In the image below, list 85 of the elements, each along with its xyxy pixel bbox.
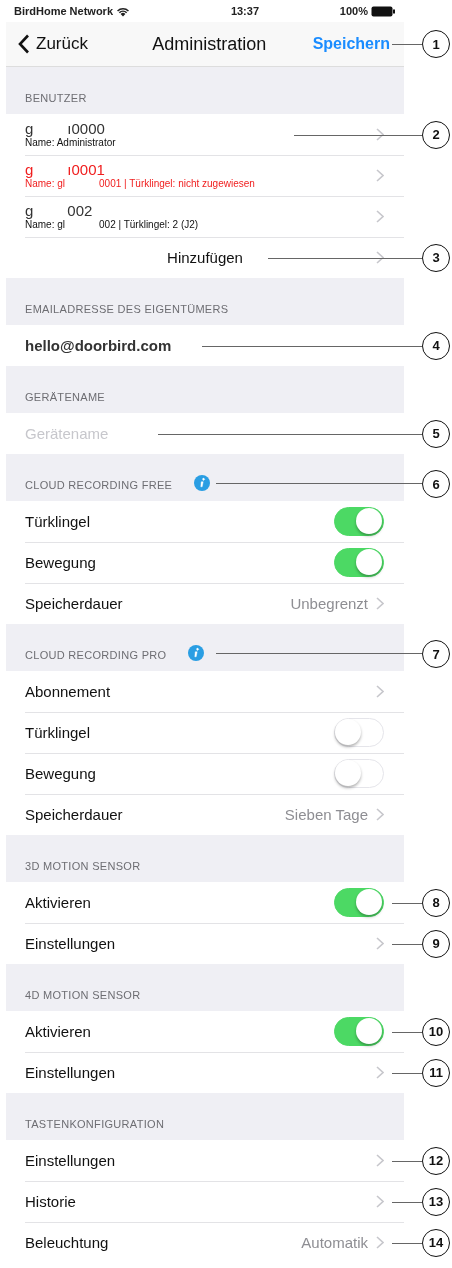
section-header: CLOUD RECORDING PRO	[25, 649, 167, 661]
chevron-icon	[376, 1066, 384, 1079]
chevron-icon	[376, 808, 384, 821]
user-id: g	[25, 120, 34, 137]
chevron-icon	[376, 128, 384, 141]
callout-number: 7	[422, 640, 450, 668]
carrier-name: BirdHome Network	[14, 5, 114, 17]
setting-label: Einstellungen	[25, 935, 116, 952]
callout-number: 6	[422, 470, 450, 498]
user-id: g	[25, 161, 34, 178]
callout-number: 8	[422, 888, 450, 917]
setting-label: Abonnement	[25, 683, 111, 700]
setting-label: Einstellungen	[25, 1152, 116, 1169]
email-field[interactable]: hello@doorbird.com	[25, 337, 172, 354]
section-header: 4D MOTION SENSOR	[25, 989, 141, 1001]
leader-line	[392, 1160, 422, 1162]
setting-label: Bewegung	[25, 554, 96, 571]
callout-number: 5	[422, 419, 450, 448]
leader-line	[392, 44, 422, 45]
leader-line	[392, 1201, 422, 1203]
leader-line	[392, 943, 422, 945]
user-id: 002	[67, 202, 93, 219]
callout-number: 12	[422, 1146, 450, 1175]
setting-label: Speicherdauer	[25, 595, 123, 612]
chevron-icon	[376, 251, 384, 264]
battery-percent: 100%	[339, 5, 368, 17]
leader-line	[392, 902, 422, 904]
leader-line	[392, 1242, 422, 1244]
chevron-icon	[376, 597, 384, 610]
user-id: ı0000	[67, 120, 105, 137]
setting-label: Türklingel	[25, 724, 91, 741]
user-detail: 002 | Türklingel: 2 (J2)	[99, 219, 199, 231]
setting-label: Aktivieren	[25, 894, 91, 911]
section-header: 3D MOTION SENSOR	[25, 860, 141, 872]
user-detail: 0001 | Türklingel: nicht zugewiesen	[99, 178, 255, 190]
toggle-switch[interactable]	[334, 1017, 384, 1046]
setting-label: Speicherdauer	[25, 806, 123, 823]
chevron-icon	[376, 937, 384, 950]
add-button[interactable]: Hinzufügen	[155, 249, 255, 266]
wifi-icon	[116, 5, 131, 17]
user-detail: Name: Administrator	[25, 137, 116, 149]
chevron-icon	[376, 685, 384, 698]
leader-line	[392, 1072, 422, 1074]
callout-number: 11	[422, 1058, 450, 1087]
setting-label: Bewegung	[25, 765, 96, 782]
callout-number: 2	[422, 120, 450, 149]
callout-number: 13	[422, 1187, 450, 1216]
battery-icon	[371, 5, 396, 17]
callout-number: 4	[422, 331, 450, 360]
setting-label: Einstellungen	[25, 1064, 116, 1081]
section-header: EMAILADRESSE DES EIGENTÜMERS	[25, 303, 229, 315]
toggle-switch[interactable]	[334, 548, 384, 577]
setting-label: Türklingel	[25, 513, 91, 530]
screen-title: Administration	[152, 33, 267, 55]
toggle-switch[interactable]	[334, 507, 384, 536]
back-chevron-icon	[18, 34, 30, 54]
chevron-icon	[376, 1154, 384, 1167]
user-id: g	[25, 202, 34, 219]
device-name-field[interactable]: Gerätename	[25, 425, 175, 442]
setting-label: Historie	[25, 1193, 76, 1210]
leader-line	[392, 1031, 422, 1033]
callout-number: 14	[422, 1228, 450, 1257]
chevron-icon	[376, 169, 384, 182]
back-button[interactable]: Zurück	[18, 34, 88, 54]
chevron-icon	[376, 210, 384, 223]
section-header: TASTENKONFIGURATION	[25, 1118, 165, 1130]
user-detail: Name: gl	[25, 178, 65, 190]
callout-number: 10	[422, 1017, 450, 1046]
setting-value: Unbegrenzt	[290, 595, 368, 612]
callout-number: 9	[422, 929, 450, 958]
section-header: CLOUD RECORDING FREE	[25, 479, 173, 491]
section-header: GERÄTENAME	[25, 391, 105, 403]
setting-label: Aktivieren	[25, 1023, 91, 1040]
setting-value: Automatik	[301, 1234, 368, 1251]
toggle-switch[interactable]	[334, 888, 384, 917]
section-header: BENUTZER	[25, 92, 87, 104]
chevron-icon	[376, 1195, 384, 1208]
user-id: ı0001	[67, 161, 105, 178]
setting-value: Sieben Tage	[284, 806, 368, 823]
callout-number: 1	[422, 30, 450, 58]
chevron-icon	[376, 1236, 384, 1249]
user-detail: Name: gl	[25, 219, 65, 231]
callout-number: 3	[422, 243, 450, 272]
setting-label: Beleuchtung	[25, 1234, 109, 1251]
clock-time: 13:37	[230, 5, 259, 17]
